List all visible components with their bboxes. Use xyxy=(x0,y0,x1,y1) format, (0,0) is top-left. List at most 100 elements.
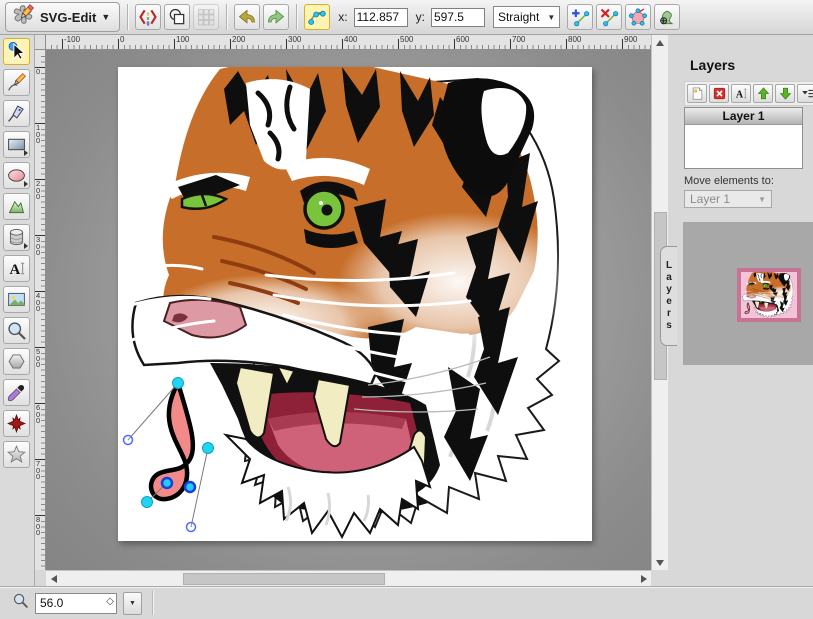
canvas[interactable] xyxy=(118,67,592,541)
x-coordinate-label: x: xyxy=(338,10,347,24)
eyedropper-tool-button[interactable] xyxy=(3,379,30,406)
ruler-h-label: 900 xyxy=(624,35,637,44)
side-tab-letter: a xyxy=(666,272,672,284)
rect-tool-button[interactable] xyxy=(3,131,30,158)
zoom-dropdown-button[interactable]: ▼ xyxy=(123,592,142,615)
svg-text:A: A xyxy=(10,262,21,278)
select-arrow-icon xyxy=(6,41,27,62)
submenu-arrow-icon xyxy=(24,150,28,156)
image-tool-button[interactable] xyxy=(3,286,30,313)
grid-icon xyxy=(196,7,216,27)
move-elements-select[interactable]: Layer 1 ▼ xyxy=(684,190,772,208)
star-tool-button[interactable] xyxy=(3,441,30,468)
chevron-down-icon: ▼ xyxy=(101,12,110,22)
polygon-tool-button[interactable] xyxy=(3,348,30,375)
star-icon xyxy=(6,444,27,465)
magnifier-icon xyxy=(6,320,27,341)
ruler-corner xyxy=(34,35,46,50)
segment-type-select[interactable]: Straight ▼ xyxy=(493,6,560,28)
path-tool-button[interactable] xyxy=(3,193,30,220)
path-shape-icon xyxy=(6,196,27,217)
ruler-h-label: 800 xyxy=(568,35,581,44)
ellipse-tool-button[interactable] xyxy=(3,162,30,189)
toolbar-separator xyxy=(296,4,297,30)
side-tab-letter: r xyxy=(667,308,671,320)
zoom-spinner-icon[interactable]: ◇ xyxy=(106,596,114,607)
scroll-right-button[interactable] xyxy=(637,571,650,586)
ruler-h-label: 200 xyxy=(232,35,245,44)
redo-arrow-icon xyxy=(266,7,286,27)
thumbnail-panel xyxy=(683,222,813,365)
x-coordinate-input[interactable] xyxy=(354,8,408,27)
top-toolbar: SVG-Edit ▼ svg x: y: Straight ▼ xyxy=(0,0,813,35)
move-layer-down-button[interactable] xyxy=(775,84,795,103)
delete-node-button[interactable] xyxy=(596,4,622,30)
delete-layer-button[interactable] xyxy=(709,84,729,103)
line-tool-button[interactable] xyxy=(3,100,30,127)
zoom-level-input[interactable] xyxy=(35,593,117,614)
move-layer-up-button[interactable] xyxy=(753,84,773,103)
ornament-shape-tool-button[interactable] xyxy=(3,410,30,437)
main-menu-button[interactable]: SVG-Edit ▼ xyxy=(5,2,120,32)
ruler-v-label: 6 0 0 xyxy=(36,405,40,425)
hexagon-icon xyxy=(6,351,27,372)
new-layer-button[interactable] xyxy=(687,84,707,103)
editor-options-button[interactable] xyxy=(193,4,219,30)
y-coordinate-input[interactable] xyxy=(431,8,485,27)
side-tab-letter: e xyxy=(666,296,672,308)
layers-panel-title: Layers xyxy=(690,57,735,73)
scroll-down-button[interactable] xyxy=(652,556,668,569)
svg-text:A: A xyxy=(735,89,743,100)
source-code-icon: svg xyxy=(138,7,158,27)
canvas-thumbnail[interactable] xyxy=(737,268,801,322)
side-tab-letter: L xyxy=(666,260,672,272)
ruler-v-label: 1 0 0 xyxy=(36,125,40,145)
layers-panel-toggle-tab[interactable]: Layers xyxy=(660,246,677,346)
redo-button[interactable] xyxy=(263,4,289,30)
workspace[interactable] xyxy=(46,50,651,570)
ruler-h-label: 0 xyxy=(120,35,124,44)
shape-convert-icon xyxy=(657,7,677,27)
horizontal-scrollbar[interactable] xyxy=(46,570,651,586)
toolbar-separator xyxy=(127,4,128,30)
node-tool-button[interactable] xyxy=(304,4,330,30)
layer-list[interactable]: Layer 1 xyxy=(684,107,803,169)
ruler-v-label: 2 0 0 xyxy=(36,181,40,201)
rename-layer-button[interactable]: A xyxy=(731,84,751,103)
submenu-arrow-icon xyxy=(24,181,28,187)
scroll-left-button[interactable] xyxy=(47,571,60,586)
path-nodes-icon xyxy=(307,7,327,27)
side-tab-letter: y xyxy=(666,284,672,296)
app-title: SVG-Edit xyxy=(40,10,96,25)
ruler-h-label: -100 xyxy=(64,35,80,44)
bottom-bar: ◇ ▼ xyxy=(0,586,813,619)
layer-delete-icon xyxy=(712,86,727,101)
layers-toolbar: A xyxy=(684,81,813,106)
document-properties-button[interactable] xyxy=(164,4,190,30)
shape-library-tool-button[interactable] xyxy=(3,224,30,251)
arrow-up-green-icon xyxy=(756,86,771,101)
image-icon xyxy=(6,289,27,310)
select-tool-button[interactable] xyxy=(3,38,30,65)
layer-rename-icon: A xyxy=(734,86,749,101)
ruler-v-label: 4 0 0 xyxy=(36,293,40,313)
bottom-bar-separator xyxy=(152,591,153,615)
zoom-tool-button[interactable] xyxy=(3,317,30,344)
layer-row-layer1[interactable]: Layer 1 xyxy=(685,108,802,125)
left-toolbar: A xyxy=(0,35,35,586)
add-node-button[interactable] xyxy=(567,4,593,30)
layers-panel: Layers A Layer 1 Move elements to: Layer… xyxy=(668,35,813,619)
undo-button[interactable] xyxy=(234,4,260,30)
layer-menu-button[interactable] xyxy=(797,84,813,103)
node-delete-icon xyxy=(599,7,619,27)
text-tool-button[interactable]: A xyxy=(3,255,30,282)
magnifier-icon xyxy=(12,592,29,614)
horizontal-ruler: -1000100200300400500600700800900100 xyxy=(46,35,651,50)
open-path-button[interactable] xyxy=(625,4,651,30)
horizontal-scroll-thumb[interactable] xyxy=(183,573,385,585)
scroll-up-button[interactable] xyxy=(652,36,668,49)
pencil-tool-button[interactable] xyxy=(3,69,30,96)
convert-to-path-button[interactable] xyxy=(654,4,680,30)
edit-source-button[interactable]: svg xyxy=(135,4,161,30)
ruler-v-label: 8 0 0 xyxy=(36,517,40,537)
